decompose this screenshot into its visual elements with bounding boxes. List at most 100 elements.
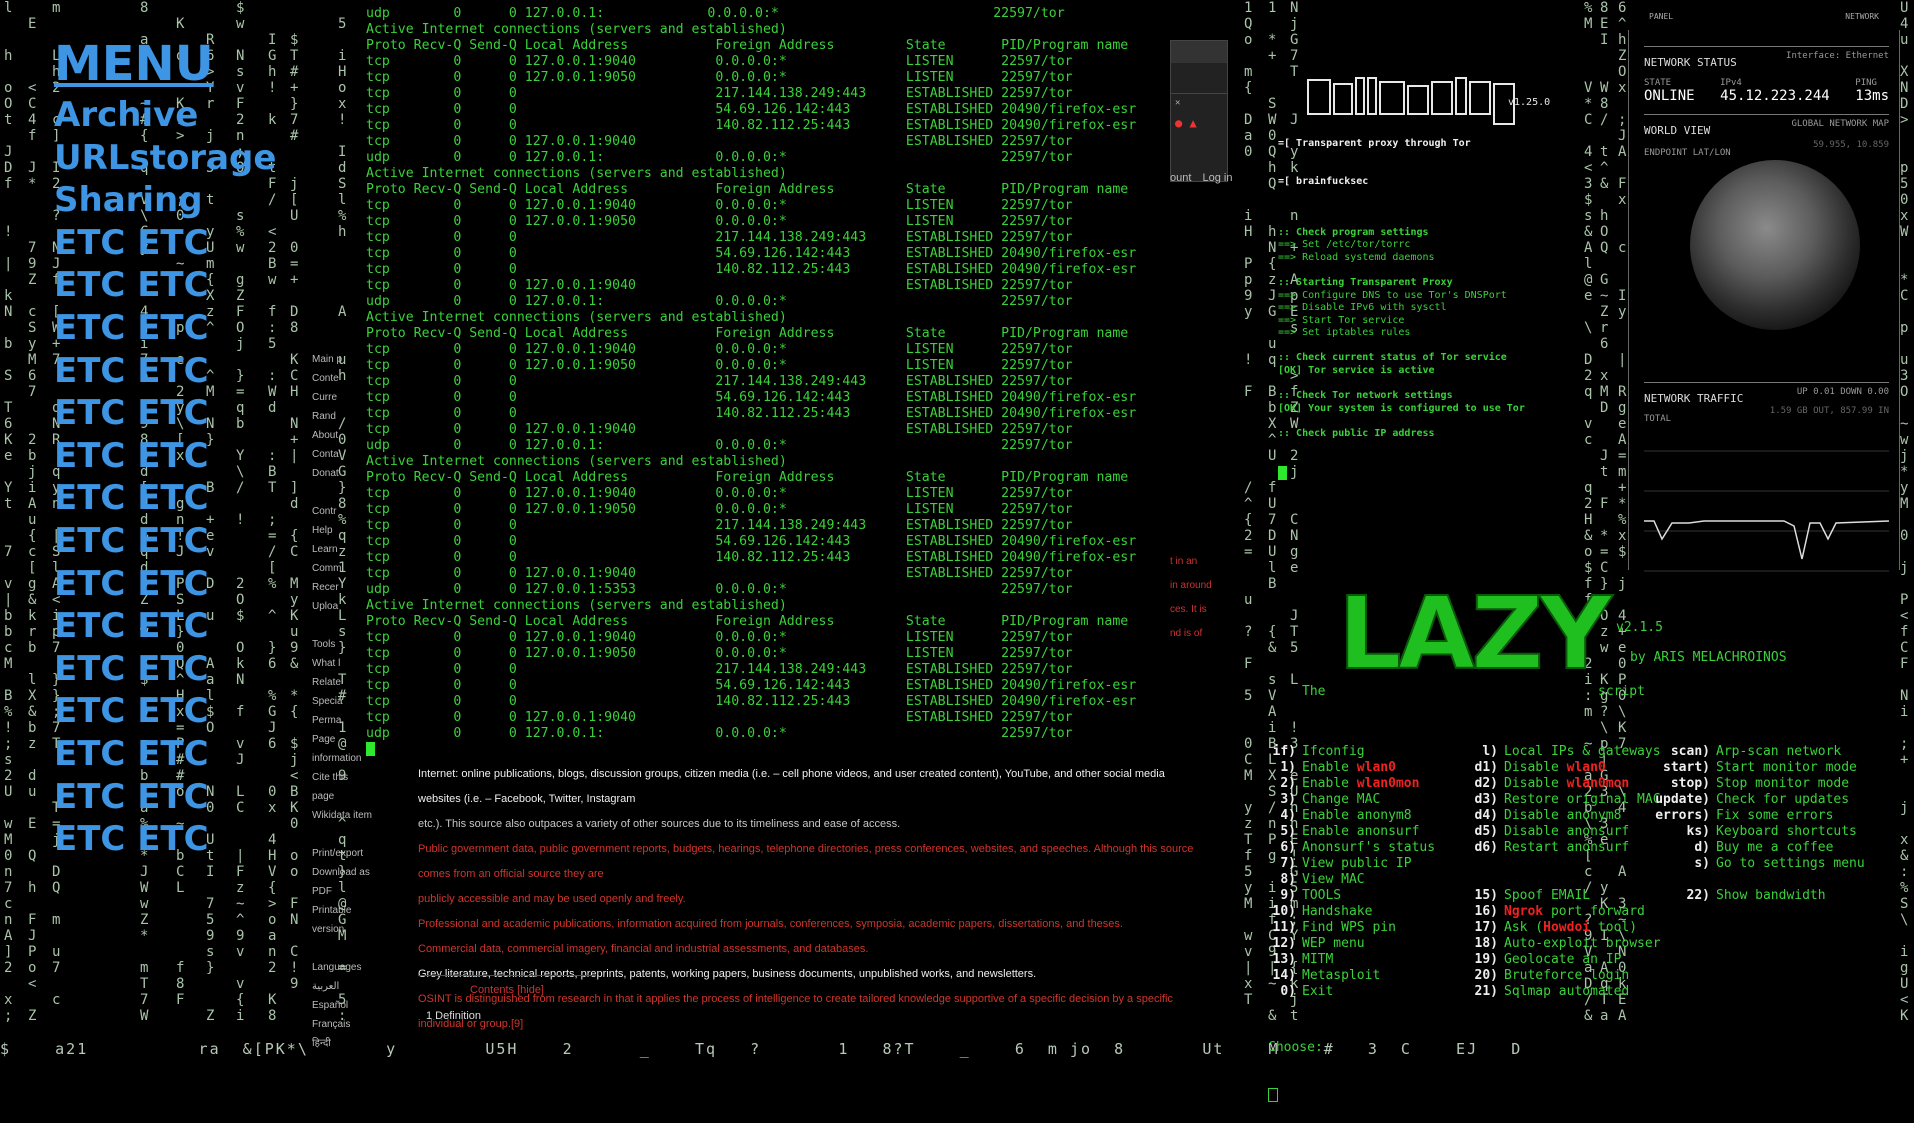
lazy-menu-item[interactable]: 5) Enable anonsurf <box>1268 824 1435 840</box>
etc-row[interactable]: ETC ETC <box>54 605 304 648</box>
etc-row[interactable]: ETC ETC <box>54 520 304 563</box>
lazy-menu-item[interactable]: 14) Metasploit <box>1268 968 1435 984</box>
etc-row[interactable]: ETC ETC <box>54 648 304 691</box>
wiki-sidebar-link[interactable]: العربية <box>312 977 372 996</box>
lazy-menu-item[interactable]: d4) Disable anonym8 <box>1468 808 1661 824</box>
lazy-menu-item[interactable]: 18) Auto-exploit browser <box>1468 936 1661 952</box>
wiki-sidebar-link[interactable]: Printable version <box>312 901 372 939</box>
lazy-menu-item[interactable]: stop) Stop monitor mode <box>1650 776 1865 792</box>
lazy-menu-item[interactable]: scan) Arp-scan network <box>1650 744 1865 760</box>
wiki-sidebar-link[interactable]: Languages <box>312 958 372 977</box>
lazy-menu-item[interactable]: d6) Restart anonsurf <box>1468 840 1661 856</box>
account-link[interactable]: ount <box>1170 172 1191 184</box>
wiki-sidebar-link[interactable]: Conta <box>312 445 372 464</box>
wiki-sidebar-link[interactable]: Contr <box>312 502 372 521</box>
wiki-sidebar-link[interactable]: Page information <box>312 730 372 768</box>
lazy-menu-item[interactable]: 12) WEP menu <box>1268 936 1435 952</box>
lazy-menu-item[interactable]: d1) Disable wlan0 <box>1468 760 1661 776</box>
login-link[interactable]: Log in <box>1202 172 1232 184</box>
wiki-sidebar-link[interactable]: Help <box>312 521 372 540</box>
etc-row[interactable]: ETC ETC <box>54 733 304 776</box>
wiki-sidebar-link[interactable]: Donat <box>312 464 372 483</box>
wiki-sidebar-link[interactable]: Uploa <box>312 597 372 616</box>
etc-row[interactable]: ETC ETC <box>54 776 304 819</box>
wiki-sidebar-link[interactable]: Perma <box>312 711 372 730</box>
etc-row[interactable]: ETC ETC <box>54 392 304 435</box>
toc-title[interactable]: Contents [hide] <box>418 984 596 996</box>
lazy-menu-item[interactable]: d) Buy me a coffee <box>1650 840 1865 856</box>
wiki-sidebar-link[interactable]: Conte <box>312 369 372 388</box>
lazy-menu-item[interactable]: 19) Geolocate an IP <box>1468 952 1661 968</box>
lazy-menu-item[interactable]: 8) View MAC <box>1268 872 1435 888</box>
lazy-menu-item[interactable]: 13) MITM <box>1268 952 1435 968</box>
lazy-menu-item[interactable]: ks) Keyboard shortcuts <box>1650 824 1865 840</box>
lazy-menu-item[interactable]: 6) Anonsurf's status <box>1268 840 1435 856</box>
lazy-menu-item[interactable]: 2) Enable wlan0mon <box>1268 776 1435 792</box>
lazy-menu-item[interactable] <box>1468 872 1661 888</box>
lazy-menu-item[interactable]: start) Start monitor mode <box>1650 760 1865 776</box>
browser-tabbar[interactable] <box>1171 41 1227 63</box>
wiki-sidebar-link[interactable]: What l <box>312 654 372 673</box>
lazy-menu-item[interactable]: d2) Disable wlan0mon <box>1468 776 1661 792</box>
etc-row[interactable]: ETC ETC <box>54 350 304 393</box>
wiki-sidebar-link[interactable]: Français <box>312 1015 372 1034</box>
lazy-menu-item[interactable] <box>1650 872 1865 888</box>
wiki-sidebar-link[interactable]: Print/export <box>312 844 372 863</box>
lazy-menu-item[interactable]: s) Go to settings menu <box>1650 856 1864 872</box>
etc-row[interactable]: ETC ETC <box>54 222 304 265</box>
lazy-menu-item[interactable]: 4) Enable anonym8 <box>1268 808 1435 824</box>
menu-item-urlstorage[interactable]: URLstorage <box>54 137 304 180</box>
lazy-menu-item[interactable]: 20) Bruteforce login <box>1468 968 1661 984</box>
etc-row[interactable]: ETC ETC <box>54 563 304 606</box>
lazy-menu-item[interactable]: if) Ifconfig <box>1268 744 1435 760</box>
lazy-menu-item[interactable]: 16) Ngrok port forward <box>1468 904 1661 920</box>
wiki-sidebar-link[interactable]: About <box>312 426 372 445</box>
wiki-sidebar-link[interactable]: Main p <box>312 350 372 369</box>
lazy-menu-item[interactable]: 1) Enable wlan0 <box>1268 760 1435 776</box>
terminal-cursor[interactable] <box>1278 465 1287 480</box>
wiki-sidebar-link[interactable]: Learn <box>312 540 372 559</box>
menu-item-sharing[interactable]: Sharing <box>54 179 304 222</box>
wiki-sidebar-link[interactable]: Recer <box>312 578 372 597</box>
lazy-menu-item[interactable]: 21) Sqlmap automated <box>1468 984 1661 1000</box>
wiki-sidebar-link[interactable]: Tools <box>312 635 372 654</box>
etc-row[interactable]: ETC ETC <box>54 477 304 520</box>
lazy-menu-item[interactable]: 15) Spoof EMAIL <box>1468 888 1661 904</box>
lazy-menu-item[interactable]: 7) View public IP <box>1268 856 1435 872</box>
lazy-menu-key: errors) <box>1655 808 1710 823</box>
wiki-sidebar-link[interactable]: Wikidata item <box>312 806 372 825</box>
lazy-menu-item[interactable]: 9) TOOLS <box>1268 888 1435 904</box>
menu-item-archive[interactable]: Archive <box>54 94 304 137</box>
menu-title[interactable]: MENU <box>54 34 304 94</box>
toc-item[interactable]: 1 Definition <box>426 1010 596 1022</box>
etc-row[interactable]: ETC ETC <box>54 307 304 350</box>
lazy-menu-item[interactable]: 17) Ask (Howdoi tool) <box>1468 920 1661 936</box>
lazy-menu-item[interactable]: errors) Fix some errors <box>1650 808 1865 824</box>
wiki-sidebar-link[interactable]: Specia <box>312 692 372 711</box>
lazy-menu-item[interactable]: d3) Restore original MAC <box>1468 792 1661 808</box>
lazy-menu-item[interactable]: 3) Change MAC <box>1268 792 1435 808</box>
wiki-sidebar-link[interactable]: Cite this page <box>312 768 372 806</box>
lazy-menu-item[interactable]: 11) Find WPS pin <box>1268 920 1435 936</box>
wiki-sidebar-link[interactable]: Comm <box>312 559 372 578</box>
wiki-sidebar-link[interactable]: Relate <box>312 673 372 692</box>
lazy-menu-item[interactable]: d5) Disable anonsurf <box>1468 824 1661 840</box>
etc-row[interactable]: ETC ETC <box>54 690 304 733</box>
lazy-menu-item[interactable] <box>1468 856 1661 872</box>
lazy-menu-item[interactable]: 0) Exit <box>1268 984 1435 1000</box>
lazy-menu-item[interactable]: 10) Handshake <box>1268 904 1435 920</box>
lazy-input-cursor[interactable] <box>1268 1088 1278 1102</box>
wiki-sidebar-link[interactable]: Español <box>312 996 372 1015</box>
close-icon[interactable]: ✕ <box>1171 94 1227 112</box>
wiki-sidebar-link[interactable]: Rand <box>312 407 372 426</box>
etc-row[interactable]: ETC ETC <box>54 264 304 307</box>
etc-row[interactable]: ETC ETC <box>54 818 304 861</box>
extension-icon[interactable]: ● ▲ <box>1171 112 1227 134</box>
wiki-sidebar-link[interactable]: Curre <box>312 388 372 407</box>
etc-row[interactable]: ETC ETC <box>54 435 304 478</box>
wiki-sidebar-link[interactable]: Download as PDF <box>312 863 372 901</box>
wiki-toc: Contents [hide] 1 Definition <box>418 975 596 1036</box>
lazy-menu-item[interactable]: 22) Show bandwidth <box>1650 888 1865 904</box>
lazy-menu-item[interactable]: update) Check for updates <box>1650 792 1865 808</box>
lazy-menu-item[interactable]: l) Local IPs & gateways <box>1468 744 1660 760</box>
